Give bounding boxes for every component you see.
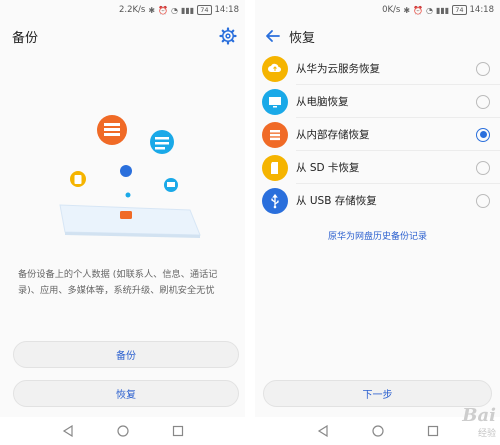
phone-illustration [59, 204, 201, 238]
storage-icon [262, 121, 288, 148]
back-arrow-icon[interactable] [265, 28, 281, 44]
alarm-icon: ⏰ [158, 5, 169, 15]
battery-icon: 74 [452, 5, 467, 15]
clock: 14:18 [469, 5, 495, 15]
restore-button[interactable]: 恢复 [13, 380, 239, 407]
app-bar: 备份 [0, 22, 245, 50]
back-nav-icon[interactable] [61, 424, 75, 438]
option-label: 从内部存储恢复 [296, 129, 370, 141]
restore-options-list: 从华为云服务恢复 从电脑恢复 从内部存储恢复 从 SD 卡恢复 从 USB 存储… [255, 52, 500, 217]
option-radio-selected[interactable] [476, 127, 490, 142]
backup-description: 备份设备上的个人数据 (如联系人、信息、通话记录)、应用、多媒体等，系统升级、刷… [18, 269, 218, 296]
status-bar: 2.2K/s ✱ ⏰ ◔ ▮▮▮ 74 14:18 [0, 0, 245, 20]
home-nav-icon[interactable] [116, 424, 130, 438]
history-backup-link[interactable]: 原华为网盘历史备份记录 [255, 229, 500, 242]
next-button[interactable]: 下一步 [263, 380, 492, 407]
option-sd-card[interactable]: 从 SD 卡恢复 [255, 151, 500, 184]
usb-small-icon [120, 165, 132, 177]
option-label: 从 SD 卡恢复 [296, 162, 360, 174]
nav-bar [0, 417, 245, 445]
option-label: 从电脑恢复 [296, 96, 349, 108]
option-radio[interactable] [476, 193, 490, 208]
restore-screen: 0K/s ✱ ⏰ ◔ ▮▮▮ 74 14:18 恢复 从华为云服务恢复 从电脑恢… [255, 0, 500, 445]
monitor-icon [262, 88, 288, 115]
option-computer[interactable]: 从电脑恢复 [255, 85, 500, 118]
screen-divider [247, 0, 253, 445]
cloud-icon [262, 55, 288, 82]
backup-screen: 2.2K/s ✱ ⏰ ◔ ▮▮▮ 74 14:18 备份 备份设备上的个人数据 … [0, 0, 245, 445]
alarm-icon: ⏰ [413, 5, 424, 15]
option-radio[interactable] [476, 61, 490, 76]
backup-illustration [59, 115, 201, 238]
clock: 14:18 [214, 5, 240, 15]
option-internal-storage[interactable]: 从内部存储恢复 [255, 118, 500, 151]
option-label: 从 USB 存储恢复 [296, 195, 377, 207]
status-bar: 0K/s ✱ ⏰ ◔ ▮▮▮ 74 14:18 [255, 0, 500, 20]
sd-card-icon [262, 154, 288, 181]
option-usb[interactable]: 从 USB 存储恢复 [255, 184, 500, 217]
app-bar: 恢复 [255, 22, 500, 50]
bluetooth-icon: ✱ [148, 5, 156, 15]
wifi-icon: ◔ [426, 5, 433, 15]
back-nav-icon[interactable] [316, 424, 330, 438]
signal-icon: ▮▮▮ [181, 5, 195, 15]
network-speed: 2.2K/s [118, 5, 146, 15]
nav-bar [255, 417, 500, 445]
page-title: 恢复 [289, 30, 316, 46]
recents-nav-icon[interactable] [171, 424, 185, 438]
bluetooth-icon: ✱ [403, 5, 411, 15]
usb-icon [262, 187, 288, 214]
wifi-icon: ◔ [171, 5, 178, 15]
settings-gear-icon[interactable] [219, 27, 237, 45]
signal-icon: ▮▮▮ [436, 5, 450, 15]
page-title: 备份 [12, 30, 39, 46]
network-speed: 0K/s [382, 5, 401, 15]
recents-nav-icon[interactable] [426, 424, 440, 438]
option-label: 从华为云服务恢复 [296, 63, 380, 75]
option-huawei-cloud[interactable]: 从华为云服务恢复 [255, 52, 500, 85]
option-radio[interactable] [476, 160, 490, 175]
option-radio[interactable] [476, 94, 490, 109]
backup-button[interactable]: 备份 [13, 341, 239, 368]
battery-icon: 74 [197, 5, 212, 15]
home-nav-icon[interactable] [371, 424, 385, 438]
